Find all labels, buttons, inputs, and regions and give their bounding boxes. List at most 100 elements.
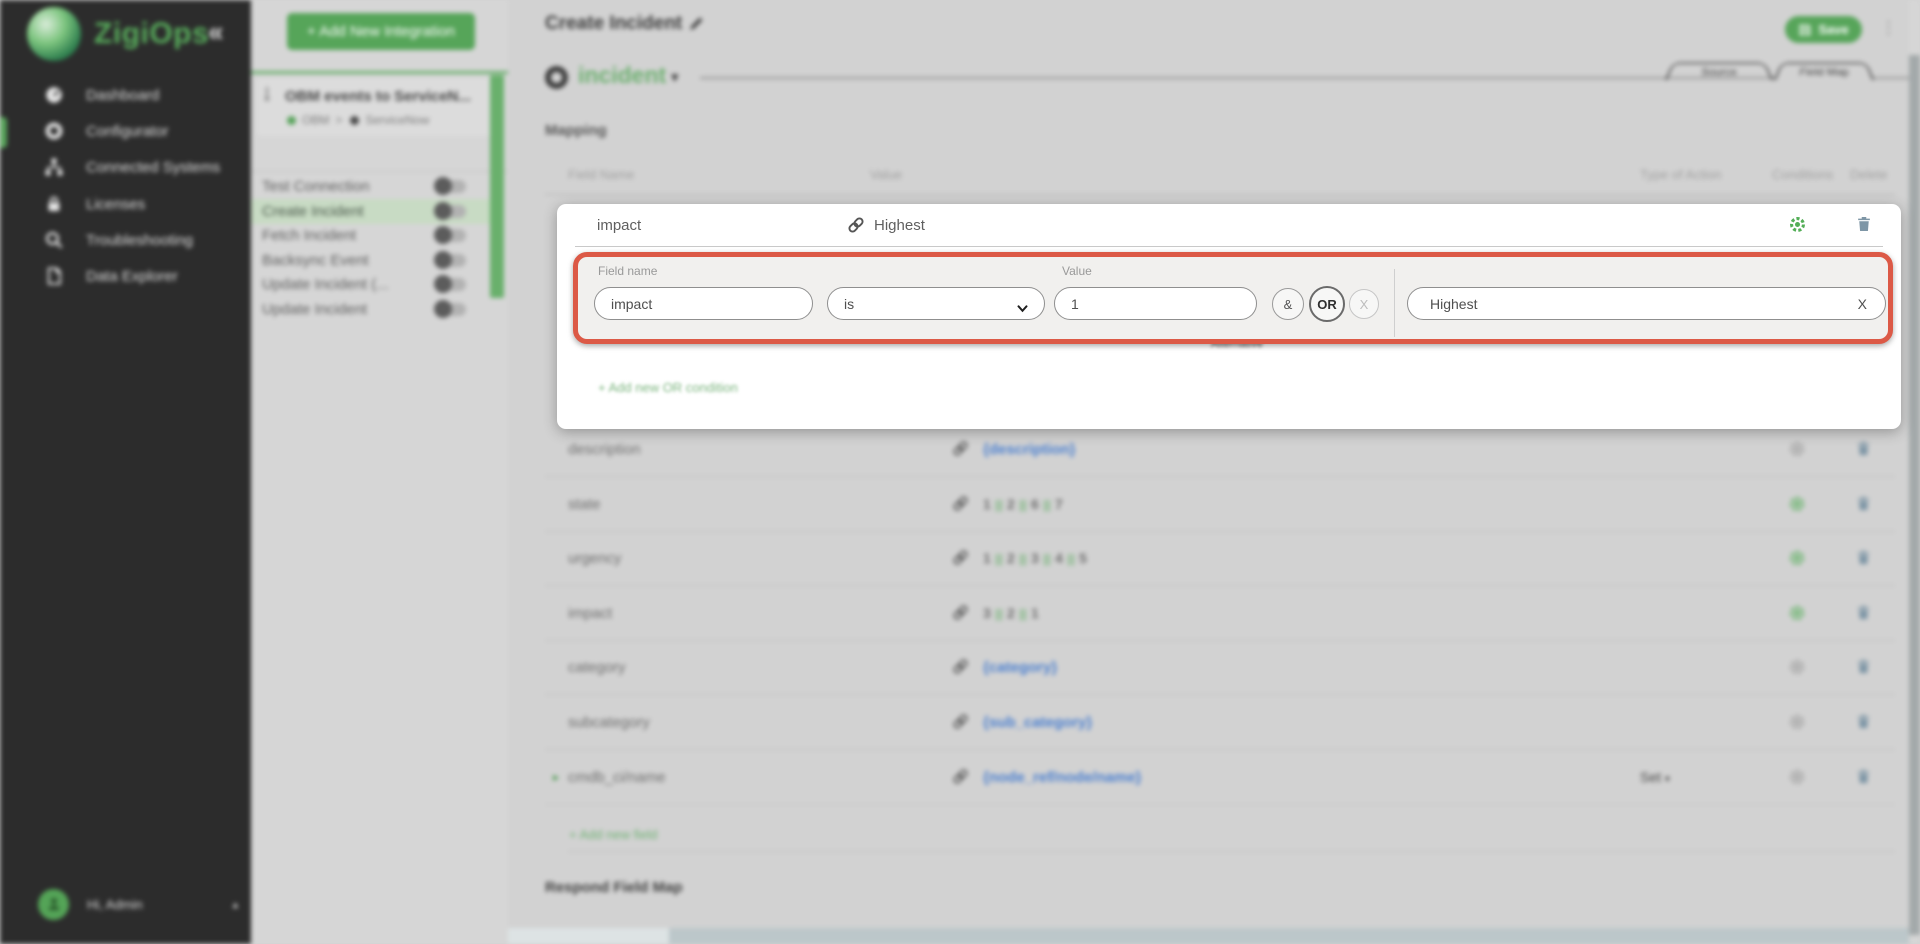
- entity-selector[interactable]: incident: [578, 62, 666, 89]
- conditions-gear-icon[interactable]: [1788, 549, 1806, 567]
- operation-toggle[interactable]: [436, 303, 466, 316]
- operation-fetch-incident[interactable]: Fetch Incident: [251, 223, 490, 248]
- kebab-menu-icon[interactable]: ⋮: [1880, 18, 1897, 38]
- vertical-scrollbar-thumb[interactable]: [1909, 55, 1920, 935]
- search-icon: [44, 230, 64, 250]
- mapping-section-title: Mapping: [545, 122, 607, 139]
- sitemap-icon: [44, 157, 64, 177]
- sidebar-item-data-explorer[interactable]: Data Explorer: [0, 258, 251, 294]
- operation-update-incident-1[interactable]: Update Incident (...: [251, 272, 490, 297]
- add-new-field-link[interactable]: + Add new field: [569, 827, 658, 842]
- integration-item[interactable]: [257, 78, 501, 136]
- zigiops-logo: [27, 7, 81, 61]
- clear-value-icon[interactable]: X: [1858, 296, 1867, 312]
- tab-field-map[interactable]: Field Map: [1774, 62, 1874, 80]
- operation-toggle[interactable]: [436, 229, 466, 242]
- delete-trash-icon[interactable]: [1855, 657, 1872, 676]
- focus-row-field: impact: [597, 217, 641, 234]
- integration-arrow: >: [335, 113, 342, 127]
- conditions-gear-icon[interactable]: [1788, 215, 1807, 234]
- save-icon: [1798, 23, 1812, 37]
- user-avatar: [38, 889, 69, 920]
- column-type-of-action: Type of Action: [1640, 167, 1722, 182]
- edit-pencil-icon[interactable]: [688, 15, 705, 32]
- sidebar-item-connected-systems[interactable]: Connected Systems: [0, 149, 251, 185]
- focus-row[interactable]: impact Highest: [575, 204, 1883, 247]
- chevron-down-icon: [1017, 300, 1028, 308]
- conditions-gear-icon[interactable]: [1788, 713, 1806, 731]
- column-value: Value: [870, 167, 902, 182]
- delete-trash-icon[interactable]: [1855, 439, 1872, 458]
- user-menu[interactable]: Hi, Admin ▴: [0, 884, 251, 924]
- operation-toggle[interactable]: [436, 278, 466, 291]
- sidebar: ZigiOps « Dashboard Configurator Connect…: [0, 0, 251, 944]
- sidebar-item-configurator[interactable]: Configurator: [0, 113, 251, 149]
- sidebar-item-licenses[interactable]: Licenses: [0, 186, 251, 222]
- condition-editor: Field name Value is & OR X Highest X: [573, 252, 1893, 344]
- and-condition-button[interactable]: &: [1272, 288, 1304, 320]
- link-icon: [952, 658, 969, 675]
- sidebar-item-dashboard[interactable]: Dashboard: [0, 77, 251, 113]
- operation-update-incident-2[interactable]: Update Incident: [251, 297, 490, 322]
- conditions-gear-icon[interactable]: [1788, 604, 1806, 622]
- drag-handle-icon[interactable]: [259, 86, 275, 130]
- vertical-scrollbar[interactable]: [1909, 0, 1920, 944]
- list-divider: [251, 171, 508, 172]
- condition-divider: [1394, 269, 1395, 337]
- operation-create-incident[interactable]: Create Incident: [251, 199, 490, 224]
- integration-subtitle: OBM > ServiceNow: [287, 113, 429, 127]
- delete-trash-icon[interactable]: [1855, 214, 1873, 234]
- section-rule: [568, 851, 1895, 852]
- conditions-gear-icon[interactable]: [1788, 495, 1806, 513]
- operation-toggle[interactable]: [436, 205, 466, 218]
- result-value-field[interactable]: Highest X: [1407, 287, 1886, 320]
- sidebar-collapse-icon[interactable]: «: [208, 16, 224, 48]
- delete-trash-icon[interactable]: [1855, 712, 1872, 731]
- focus-row-value: Highest: [874, 217, 925, 234]
- table-row-impact[interactable]: impact 3||2||1: [545, 586, 1895, 641]
- integrations-panel: + Add New Integration OBM events to Serv…: [251, 0, 508, 944]
- sidebar-item-troubleshooting[interactable]: Troubleshooting: [0, 222, 251, 258]
- operation-toggle[interactable]: [436, 180, 466, 193]
- page-title: Create Incident: [545, 13, 682, 35]
- table-row-state[interactable]: state 1||2||6||7: [545, 477, 1895, 532]
- expand-arrow-icon[interactable]: ▸: [553, 770, 559, 784]
- respond-field-map-title: Respond Field Map: [545, 879, 683, 896]
- link-icon: [952, 604, 969, 621]
- operation-test-connection[interactable]: Test Connection: [251, 174, 490, 199]
- delete-trash-icon[interactable]: [1855, 767, 1872, 786]
- table-row-cmdb-ci-name[interactable]: ▸ cmdb_ci/name {node_ref/node/name} Set …: [545, 750, 1895, 805]
- table-row-urgency[interactable]: urgency 1||2||3||4||5: [545, 531, 1895, 586]
- delete-trash-icon[interactable]: [1855, 548, 1872, 567]
- link-icon: [952, 549, 969, 566]
- horizontal-scrollbar[interactable]: [508, 928, 1920, 944]
- horizontal-scrollbar-thumb[interactable]: [669, 928, 1920, 944]
- table-row-description[interactable]: description {description}: [545, 422, 1895, 477]
- chevron-down-icon[interactable]: ▾: [671, 68, 679, 86]
- operator-select[interactable]: is: [827, 287, 1045, 320]
- add-or-condition-link[interactable]: + Add new OR condition: [598, 380, 738, 395]
- delete-trash-icon[interactable]: [1855, 603, 1872, 622]
- conditions-gear-icon[interactable]: [1788, 440, 1806, 458]
- delete-trash-icon[interactable]: [1855, 494, 1872, 513]
- operation-toggle[interactable]: [436, 254, 466, 267]
- condition-field-input[interactable]: [594, 287, 813, 320]
- add-new-integration-button[interactable]: + Add New Integration: [287, 13, 475, 50]
- action-select[interactable]: Set ▾: [1640, 769, 1670, 785]
- remove-condition-button[interactable]: X: [1349, 289, 1379, 319]
- panel-scrollbar[interactable]: [490, 75, 504, 298]
- link-icon: [952, 768, 969, 785]
- integration-target: ServiceNow: [365, 113, 429, 127]
- operation-backsync-event[interactable]: Backsync Event: [251, 248, 490, 273]
- conditions-gear-icon[interactable]: [1788, 768, 1806, 786]
- dashboard-icon: [44, 85, 64, 105]
- condition-value-input[interactable]: [1054, 287, 1257, 320]
- table-row-subcategory[interactable]: subcategory {sub_category}: [545, 695, 1895, 750]
- conditions-gear-icon[interactable]: [1788, 658, 1806, 676]
- save-button[interactable]: Save: [1785, 16, 1862, 43]
- column-delete: Delete: [1850, 167, 1888, 182]
- table-row-category[interactable]: category {category}: [545, 640, 1895, 695]
- or-condition-button[interactable]: OR: [1309, 286, 1345, 322]
- tab-source[interactable]: Source: [1665, 62, 1773, 80]
- lock-icon: [44, 194, 64, 214]
